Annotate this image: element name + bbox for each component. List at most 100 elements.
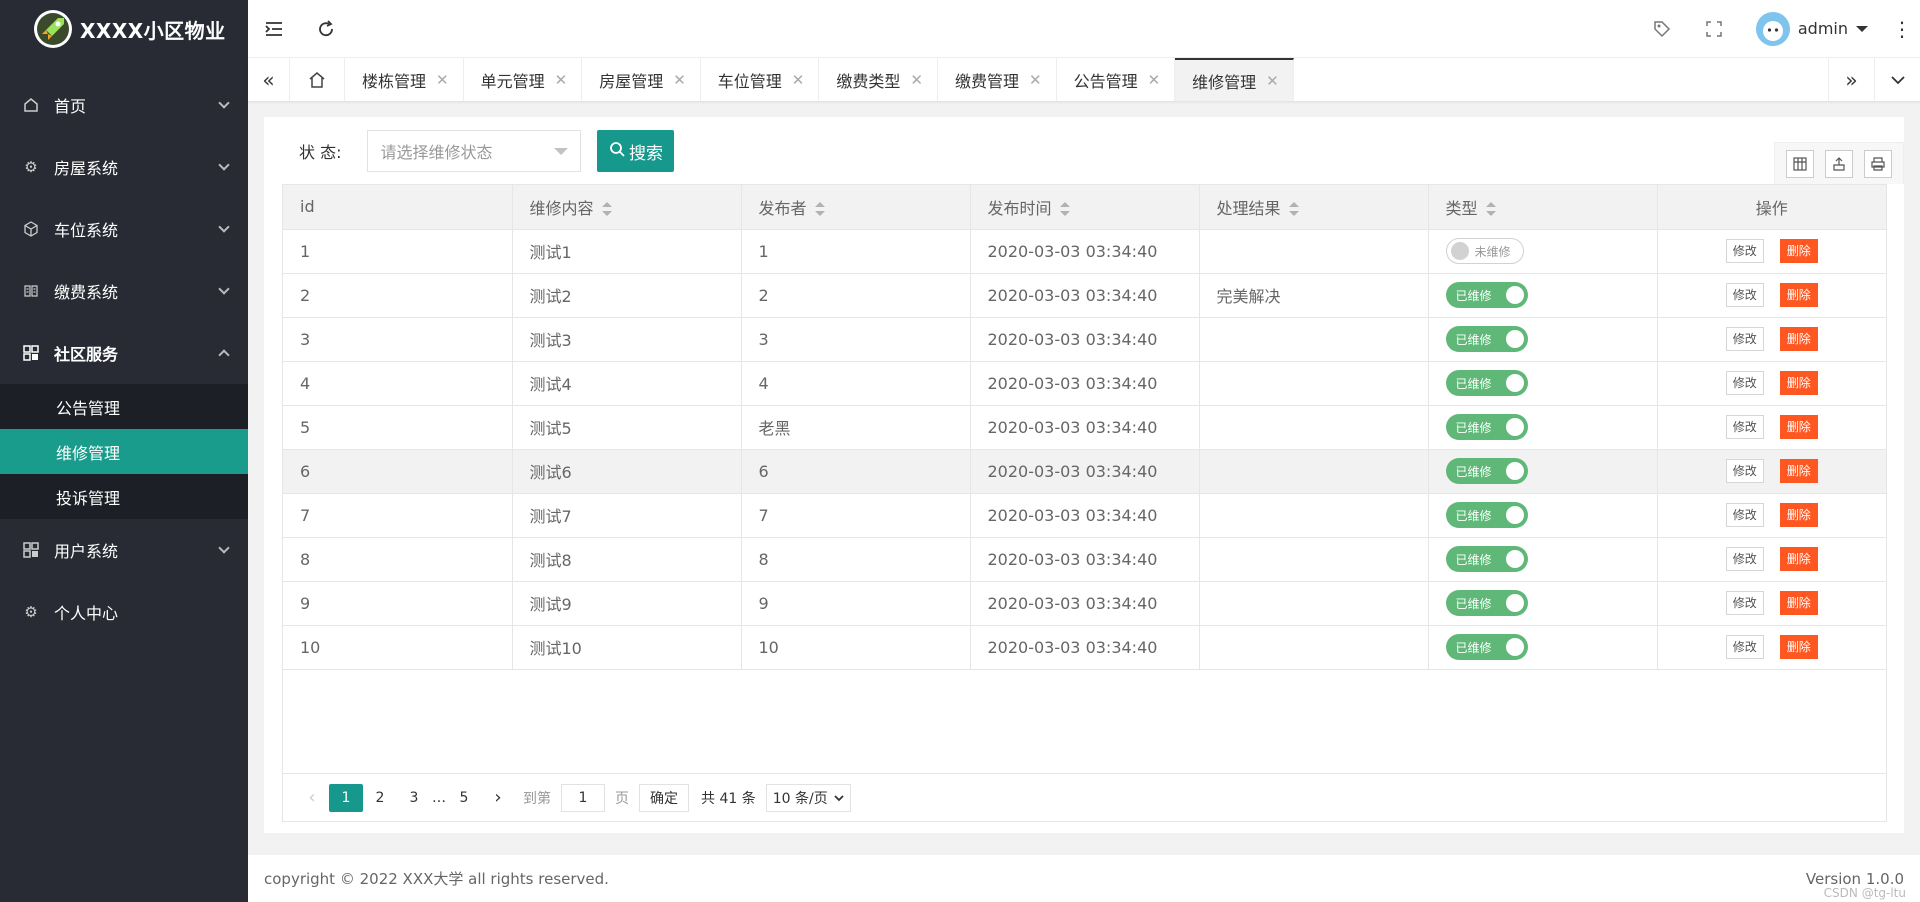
tab-announcements[interactable]: 公告管理 ✕ [1057,58,1176,101]
tabs-dropdown-chevron-icon[interactable] [1874,58,1920,101]
close-icon[interactable]: ✕ [555,71,568,89]
per-page-select[interactable]: 10 条/页 [765,783,851,812]
edit-button[interactable]: 修改 [1725,239,1764,263]
goto-suffix: 页 [615,790,629,807]
column-header-id[interactable]: id [283,185,513,230]
collapse-menu-icon[interactable] [248,0,300,58]
chevron-down-icon [218,97,230,109]
repair-status-toggle[interactable]: 未维修 [1445,238,1524,264]
page-2[interactable]: 2 [363,784,397,812]
sidebar-item-housing[interactable]: ⚙ 房屋系统 [0,136,248,198]
fullscreen-icon[interactable] [1688,0,1740,58]
repair-status-toggle[interactable]: 已维修 [1445,634,1528,660]
column-header-content[interactable]: 维修内容 [512,185,742,230]
more-vertical-icon[interactable]: ⋮ [1884,0,1920,58]
repair-status-toggle[interactable]: 已维修 [1445,590,1528,616]
close-icon[interactable]: ✕ [1266,72,1279,90]
delete-button[interactable]: 删除 [1779,283,1818,307]
tab-payment-types[interactable]: 缴费类型 ✕ [819,58,938,101]
sidebar-submenu: 公告管理 维修管理 投诉管理 [0,384,248,519]
sidebar-item-label: 首页 [54,97,87,116]
cell-time: 2020-03-03 03:34:40 [970,449,1200,494]
edit-button[interactable]: 修改 [1725,591,1764,615]
sort-icon[interactable] [601,202,612,217]
sidebar-item-users[interactable]: 用户系统 [0,519,248,581]
status-select[interactable]: 请选择维修状态 [367,130,582,172]
prev-page-icon[interactable]: ‹ [295,784,329,812]
tab-repairs[interactable]: 维修管理 ✕ [1175,58,1294,101]
repair-status-toggle[interactable]: 已维修 [1445,458,1528,484]
repair-status-toggle[interactable]: 已维修 [1445,370,1528,396]
edit-button[interactable]: 修改 [1725,503,1764,527]
page-3[interactable]: 3 [397,784,431,812]
close-icon[interactable]: ✕ [910,71,923,89]
sort-icon[interactable] [1485,202,1496,217]
edit-button[interactable]: 修改 [1725,283,1764,307]
repair-status-toggle[interactable]: 已维修 [1445,546,1528,572]
goto-confirm-button[interactable]: 确定 [639,783,689,812]
repair-status-toggle[interactable]: 已维修 [1445,326,1528,352]
edit-button[interactable]: 修改 [1725,459,1764,483]
edit-button[interactable]: 修改 [1725,371,1764,395]
repair-status-toggle[interactable]: 已维修 [1445,414,1528,440]
print-icon[interactable] [1863,149,1892,178]
refresh-icon[interactable] [300,0,352,58]
delete-button[interactable]: 删除 [1779,371,1818,395]
delete-button[interactable]: 删除 [1779,327,1818,351]
table-row: 10 测试10 10 2020-03-03 03:34:40 已维修 修改 删除 [283,625,1886,670]
user-menu[interactable]: admin [1740,11,1884,46]
column-header-publisher[interactable]: 发布者 [741,185,971,230]
sort-icon[interactable] [814,202,825,217]
column-header-result[interactable]: 处理结果 [1199,185,1429,230]
column-header-time[interactable]: 发布时间 [970,185,1200,230]
page-1[interactable]: 1 [329,783,363,812]
sidebar-subitem-repairs[interactable]: 维修管理 [0,429,248,474]
delete-button[interactable]: 删除 [1779,591,1818,615]
export-icon[interactable] [1824,149,1853,178]
goto-page-input[interactable]: 1 [561,783,605,812]
delete-button[interactable]: 删除 [1779,635,1818,659]
edit-button[interactable]: 修改 [1725,547,1764,571]
sidebar-item-parking[interactable]: 车位系统 [0,198,248,260]
tag-icon[interactable] [1636,0,1688,58]
sidebar-item-payment[interactable]: 缴费系统 [0,260,248,322]
tab-buildings[interactable]: 楼栋管理 ✕ [345,58,464,101]
delete-button[interactable]: 删除 [1779,547,1818,571]
delete-button[interactable]: 删除 [1779,459,1818,483]
page-5[interactable]: 5 [447,784,481,812]
sidebar-item-profile[interactable]: ⚙ 个人中心 [0,581,248,643]
sort-icon[interactable] [1288,202,1299,217]
close-icon[interactable]: ✕ [1029,71,1042,89]
close-icon[interactable]: ✕ [436,71,449,89]
next-page-icon[interactable]: › [481,784,515,812]
column-header-type[interactable]: 类型 [1428,185,1658,230]
delete-button[interactable]: 删除 [1779,239,1818,263]
edit-button[interactable]: 修改 [1725,635,1764,659]
close-icon[interactable]: ✕ [792,71,805,89]
sort-icon[interactable] [1059,202,1070,217]
edit-button[interactable]: 修改 [1725,415,1764,439]
close-icon[interactable]: ✕ [673,71,686,89]
close-icon[interactable]: ✕ [1148,71,1161,89]
tabs-scroll-left-icon[interactable]: « [248,58,290,101]
cell-id: 1 [283,229,513,274]
tab-parking[interactable]: 车位管理 ✕ [701,58,820,101]
tab-home-icon[interactable] [290,58,345,101]
repair-status-toggle[interactable]: 已维修 [1445,502,1528,528]
tab-payments[interactable]: 缴费管理 ✕ [938,58,1057,101]
sidebar-subitem-complaints[interactable]: 投诉管理 [0,474,248,519]
toggle-knob [1505,418,1524,436]
sidebar-item-community[interactable]: 社区服务 [0,322,248,384]
table-row: 9 测试9 9 2020-03-03 03:34:40 已维修 修改 删除 [283,581,1886,626]
edit-button[interactable]: 修改 [1725,327,1764,351]
sidebar-subitem-announcements[interactable]: 公告管理 [0,384,248,429]
repair-status-toggle[interactable]: 已维修 [1445,282,1528,308]
tab-units[interactable]: 单元管理 ✕ [464,58,583,101]
delete-button[interactable]: 删除 [1779,415,1818,439]
columns-icon[interactable] [1786,149,1815,178]
tabs-scroll-right-icon[interactable]: » [1828,58,1874,101]
tab-houses[interactable]: 房屋管理 ✕ [582,58,701,101]
search-button[interactable]: 搜索 [597,130,675,172]
delete-button[interactable]: 删除 [1779,503,1818,527]
sidebar-item-home[interactable]: 首页 [0,74,248,136]
